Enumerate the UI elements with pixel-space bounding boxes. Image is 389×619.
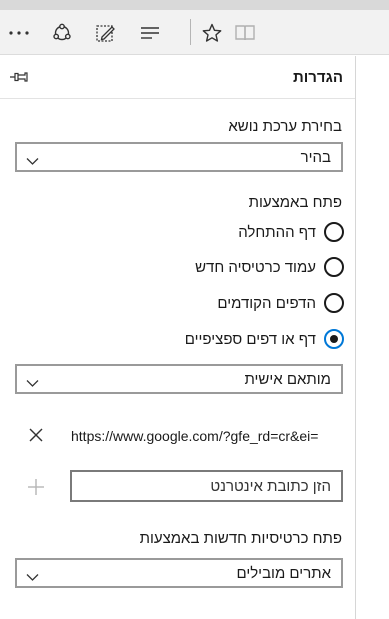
radio-button[interactable] xyxy=(324,257,344,277)
add-icon[interactable] xyxy=(27,478,45,496)
radio-previous-pages[interactable]: הדפים הקודמים xyxy=(217,291,344,315)
theme-label: בחירת ערכת נושא xyxy=(228,118,342,135)
settings-title: הגדרות xyxy=(293,69,343,86)
radio-label: דף ההתחלה xyxy=(238,223,316,241)
new-tabs-select-value: אתרים מובילים xyxy=(236,565,331,582)
radio-button[interactable] xyxy=(324,293,344,313)
chevron-down-icon xyxy=(26,153,39,165)
title-strip xyxy=(0,0,389,10)
chevron-down-icon xyxy=(26,375,39,387)
page-gutter xyxy=(356,56,389,619)
settings-header: הגדרות xyxy=(0,56,356,99)
new-tabs-select[interactable]: אתרים מובילים xyxy=(15,558,343,588)
theme-select[interactable]: בהיר xyxy=(15,142,343,172)
pages-select-value: מותאם אישית xyxy=(244,371,331,388)
open-with-label: פתח באמצעות xyxy=(248,194,342,211)
radio-button[interactable] xyxy=(324,222,344,242)
radio-label: הדפים הקודמים xyxy=(217,294,316,312)
radio-button-selected[interactable] xyxy=(324,329,344,349)
share-icon[interactable] xyxy=(43,10,81,55)
radio-label: דף או דפים ספציפיים xyxy=(184,330,316,348)
reading-view-icon xyxy=(226,10,264,55)
radio-start-page[interactable]: דף ההתחלה xyxy=(238,220,344,244)
hub-lines-icon[interactable] xyxy=(131,10,169,55)
toolbar-separator xyxy=(190,19,191,45)
radio-specific-pages[interactable]: דף או דפים ספציפיים xyxy=(185,327,344,351)
web-note-icon[interactable] xyxy=(86,10,124,55)
page-url: https://www.google.com/?gfe_rd=cr&ei= xyxy=(71,428,319,444)
new-tabs-label: פתח כרטיסיות חדשות באמצעות xyxy=(139,530,342,547)
pin-icon[interactable] xyxy=(9,69,29,85)
radio-new-tab-page[interactable]: עמוד כרטיסיה חדש xyxy=(195,255,344,279)
theme-select-value: בהיר xyxy=(300,149,331,166)
close-icon[interactable] xyxy=(28,427,44,443)
settings-panel: הגדרות בחירת ערכת נושא בהיר פתח באמצעות … xyxy=(0,56,356,619)
chevron-down-icon xyxy=(26,569,39,581)
more-dots-icon[interactable] xyxy=(0,10,38,55)
browser-toolbar xyxy=(0,10,389,55)
radio-label: עמוד כרטיסיה חדש xyxy=(195,258,316,276)
url-input[interactable] xyxy=(70,470,343,502)
pages-select[interactable]: מותאם אישית xyxy=(15,364,343,394)
